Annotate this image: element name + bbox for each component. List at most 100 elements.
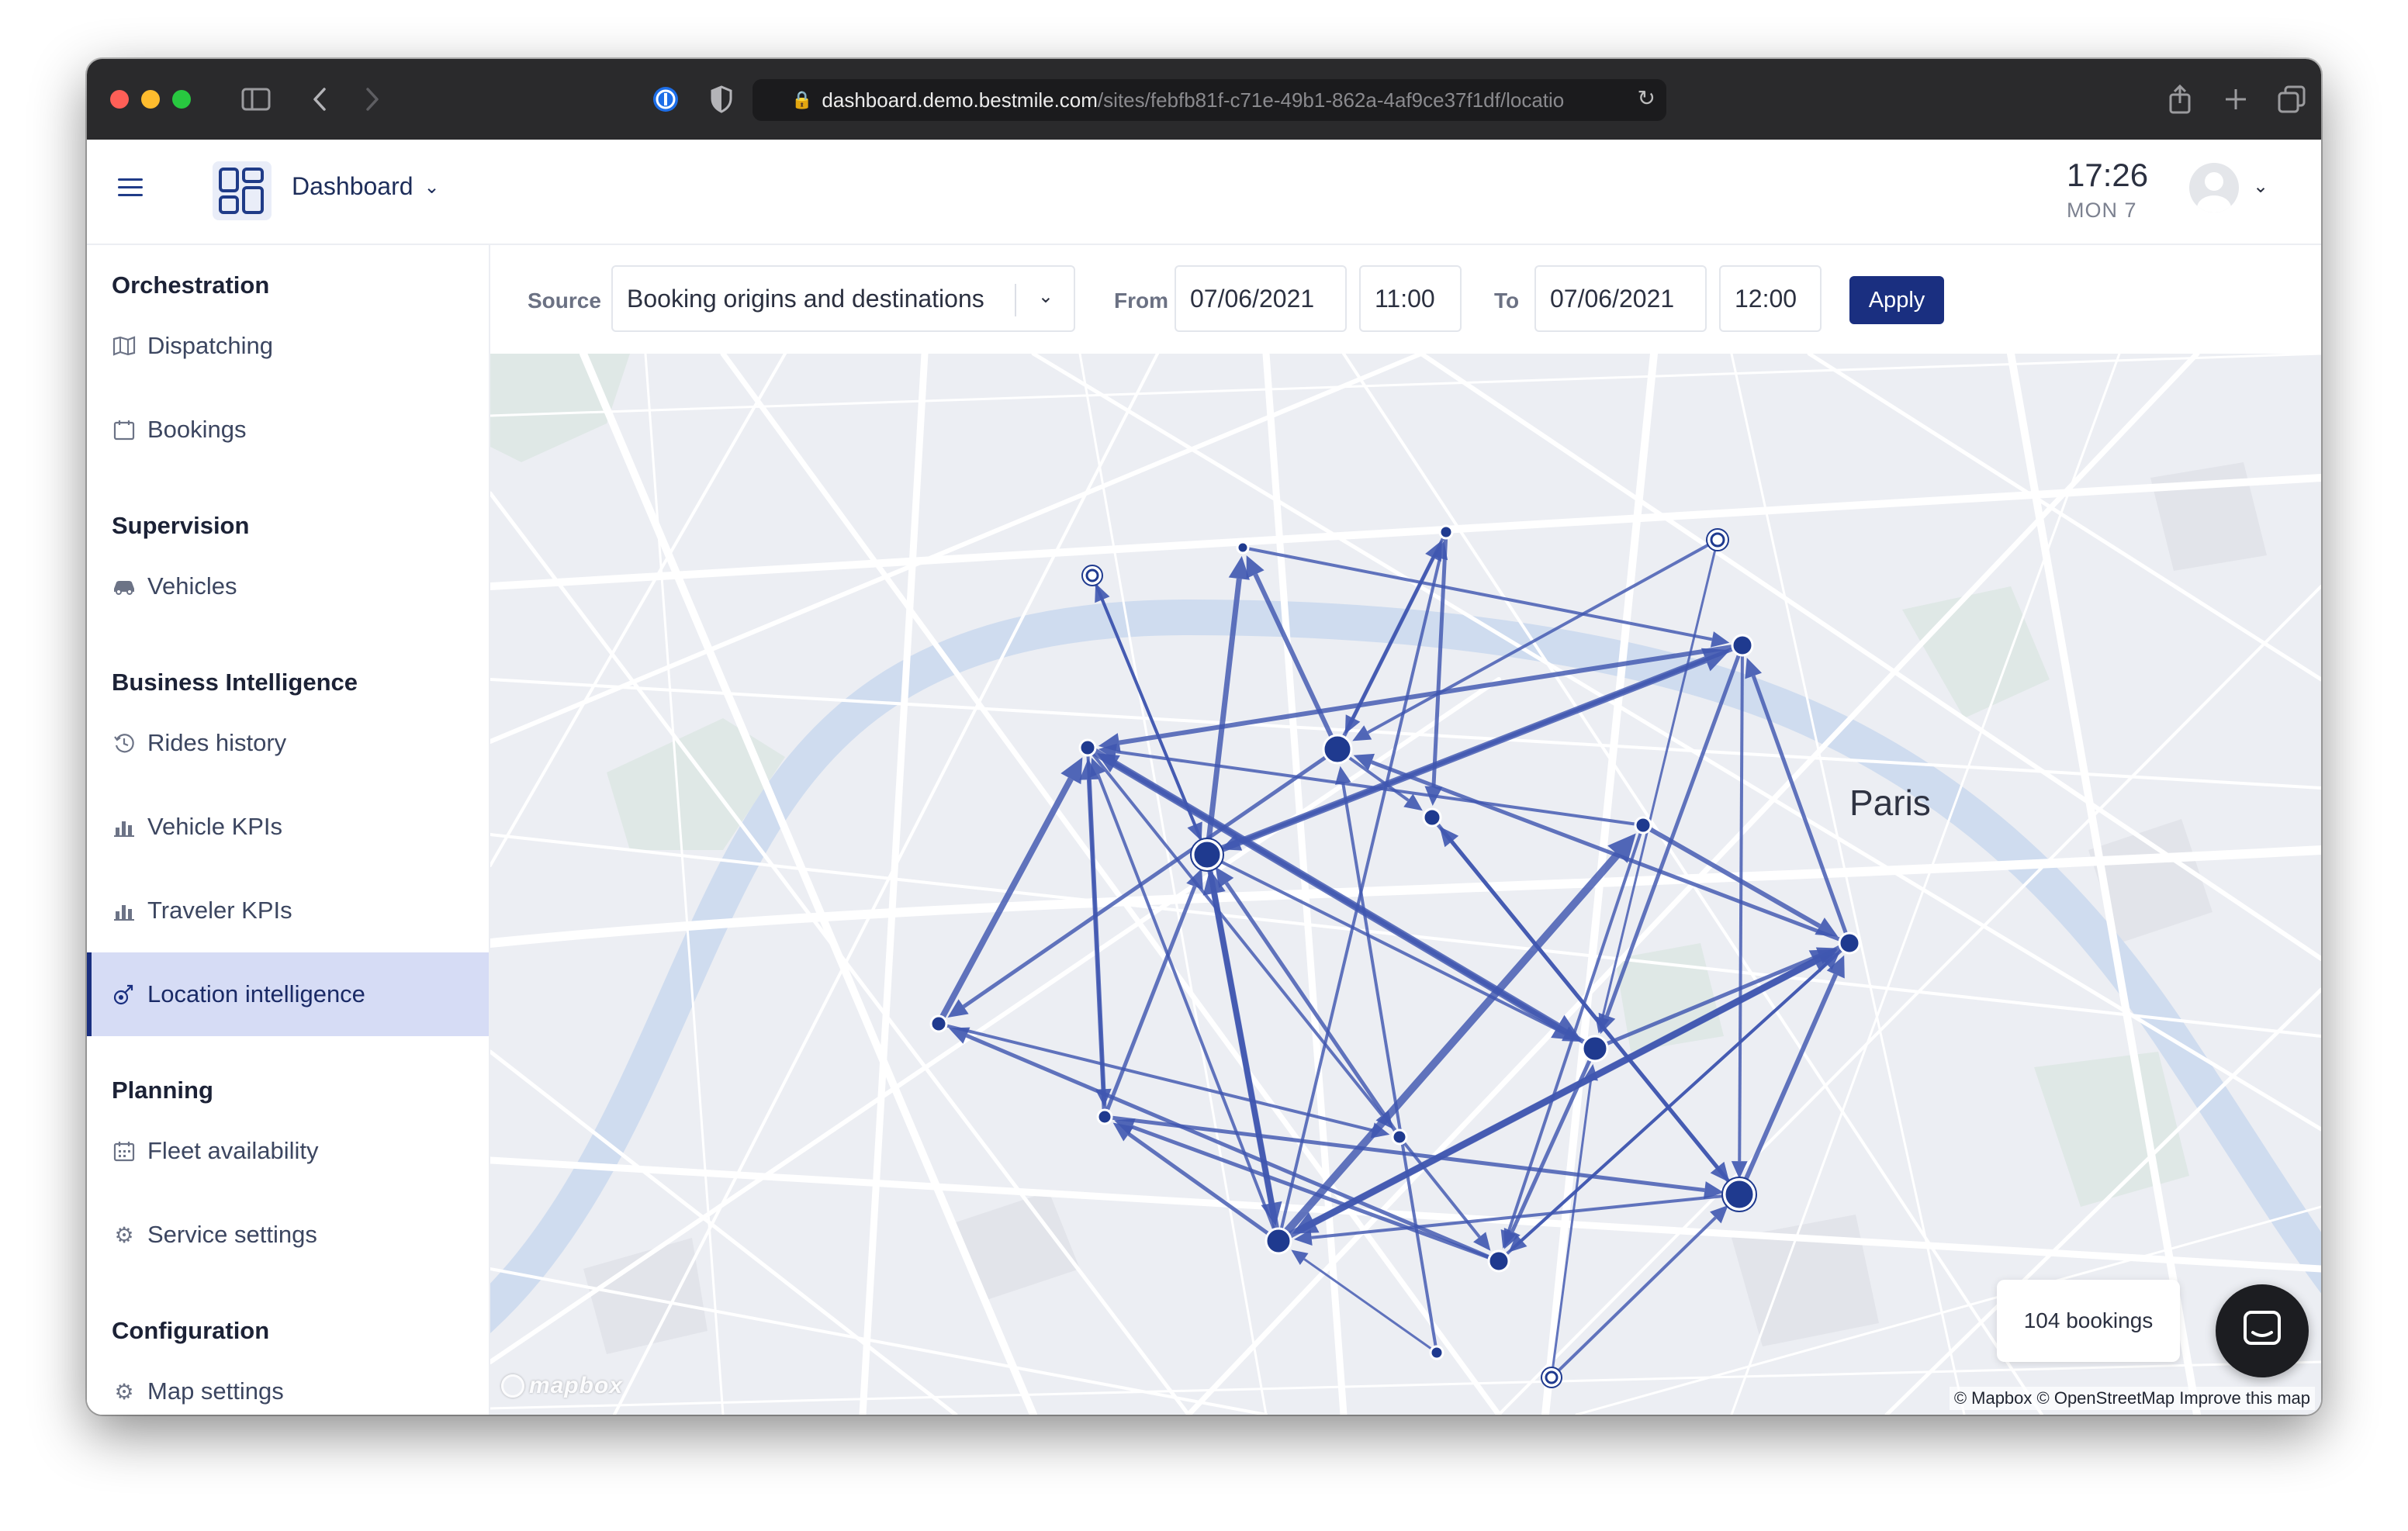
flow-line	[1738, 645, 1744, 1162]
browser-window: 🔒 dashboard.demo.bestmile.com/sites/febf…	[87, 59, 2321, 1415]
booking-node[interactable]	[1634, 816, 1652, 835]
sidebar-item-rides-history[interactable]: Rides history	[87, 701, 489, 785]
dashboard-logo-icon	[213, 161, 272, 220]
booking-node[interactable]	[1545, 1370, 1559, 1384]
browser-toolbar: 🔒 dashboard.demo.bestmile.com/sites/febf…	[87, 59, 2321, 140]
url-path: /sites/febfb81f-c71e-49b1-862a-4af9ce37f…	[1097, 88, 1565, 112]
new-tab-icon[interactable]	[2217, 81, 2254, 118]
clock: 17:26 MON 7	[2067, 157, 2148, 223]
share-icon[interactable]	[2161, 81, 2199, 118]
calendar-icon	[110, 419, 138, 441]
forward-icon[interactable]	[354, 81, 391, 118]
gear-icon: ⚙	[114, 1222, 134, 1248]
avatar[interactable]	[2189, 163, 2239, 213]
from-date-input[interactable]: 07/06/2021	[1175, 265, 1347, 332]
minimize-window-button[interactable]	[141, 90, 160, 109]
sidebar-item-traveler-kpis[interactable]: Traveler KPIs	[87, 869, 489, 952]
sidebar-item-vehicle-kpis[interactable]: Vehicle KPIs	[87, 785, 489, 869]
booking-node[interactable]	[1422, 807, 1442, 828]
flow-line	[1127, 1132, 1280, 1243]
clock-date: MON 7	[2067, 199, 2137, 222]
sidebar-item-vehicles[interactable]: Vehicles	[87, 544, 489, 628]
sidebar-item-label: Bookings	[147, 416, 247, 443]
chat-launcher-button[interactable]	[2216, 1284, 2309, 1377]
sidebar-item-label: Fleet availability	[147, 1137, 319, 1164]
booking-node[interactable]	[929, 1014, 948, 1033]
booking-node[interactable]	[1838, 931, 1861, 955]
to-time-input[interactable]: 12:00	[1719, 265, 1822, 332]
to-date-value: 07/06/2021	[1550, 284, 1675, 313]
section-planning: Planning	[112, 1077, 213, 1104]
booking-node[interactable]	[1322, 734, 1353, 765]
select-divider	[1015, 284, 1016, 316]
app-header: Dashboard ⌄ 17:26 MON 7 ⌄	[87, 140, 2321, 245]
address-bar[interactable]: 🔒 dashboard.demo.bestmile.com/sites/febf…	[752, 79, 1666, 121]
reload-icon[interactable]: ↻	[1638, 85, 1656, 111]
car-icon	[110, 578, 138, 595]
mapbox-logo[interactable]: mapbox	[501, 1373, 623, 1399]
source-select-value: Booking origins and destinations	[627, 284, 984, 313]
sidebar-toggle-icon[interactable]	[237, 81, 275, 118]
zoom-window-button[interactable]	[172, 90, 191, 109]
booking-node[interactable]	[1085, 569, 1099, 582]
booking-node[interactable]	[1710, 532, 1725, 548]
app-switcher[interactable]: Dashboard ⌄	[292, 172, 440, 201]
sidebar-item-dispatching[interactable]: Dispatching	[87, 304, 489, 388]
booking-node[interactable]	[1096, 1108, 1113, 1125]
booking-node[interactable]	[1194, 842, 1220, 868]
bar-chart-icon	[110, 900, 138, 921]
bookings-count-badge: 104 bookings	[1997, 1280, 2180, 1362]
map-attribution[interactable]: © Mapbox © OpenStreetMap Improve this ma…	[1949, 1387, 2315, 1410]
section-configuration: Configuration	[112, 1317, 270, 1344]
source-label: Source	[528, 289, 601, 313]
booking-node[interactable]	[1078, 738, 1097, 757]
city-label: Paris	[1849, 783, 1931, 823]
sidebar-item-fleet-availability[interactable]: Fleet availability	[87, 1109, 489, 1193]
from-time-input[interactable]: 11:00	[1359, 265, 1462, 332]
source-select[interactable]: Booking origins and destinations ⌄	[611, 265, 1075, 332]
to-date-input[interactable]: 07/06/2021	[1534, 265, 1707, 332]
flow-line	[1312, 940, 1851, 1225]
map-icon	[110, 336, 138, 356]
flow-arrowhead	[1403, 793, 1423, 811]
booking-node[interactable]	[1731, 634, 1754, 657]
url-host: dashboard.demo.bestmile.com	[822, 88, 1098, 112]
booking-flow-layer	[936, 531, 1852, 1379]
filter-bar: Source Booking origins and destinations …	[490, 245, 2321, 354]
password-manager-icon[interactable]	[647, 81, 684, 118]
tab-overview-icon[interactable]	[2273, 81, 2310, 118]
booking-node[interactable]	[1725, 1180, 1753, 1208]
gear-icon: ⚙	[114, 1378, 134, 1405]
to-time-value: 12:00	[1735, 284, 1797, 313]
sidebar-item-location-intelligence[interactable]: Location intelligence	[87, 952, 489, 1036]
sidebar-item-bookings[interactable]: Bookings	[87, 388, 489, 472]
booking-node[interactable]	[1265, 1227, 1292, 1255]
to-label: To	[1494, 289, 1520, 313]
flow-arrowhead	[1710, 631, 1730, 648]
chevron-down-icon: ⌄	[1037, 285, 1054, 307]
booking-node[interactable]	[1391, 1128, 1408, 1146]
booking-node[interactable]	[1581, 1035, 1609, 1063]
apply-button[interactable]: Apply	[1849, 276, 1944, 324]
booking-node[interactable]	[1438, 524, 1454, 540]
booking-node[interactable]	[1487, 1249, 1510, 1273]
map-canvas[interactable]	[490, 354, 2321, 1415]
flow-arrowhead	[1745, 657, 1763, 679]
calendar-grid-icon	[110, 1140, 138, 1162]
sidebar-item-label: Service settings	[147, 1221, 317, 1248]
close-window-button[interactable]	[110, 90, 129, 109]
booking-node[interactable]	[1236, 541, 1250, 555]
user-menu-chevron-icon[interactable]: ⌄	[2253, 175, 2268, 197]
booking-node[interactable]	[1429, 1345, 1444, 1360]
flow-line	[1737, 973, 1839, 1196]
menu-icon[interactable]	[118, 178, 143, 197]
section-orchestration: Orchestration	[112, 271, 270, 299]
sidebar-item-service-settings[interactable]: ⚙ Service settings	[87, 1193, 489, 1277]
map-view[interactable]: Paris 104 bookings mapbox © Mapbox © Ope…	[490, 354, 2321, 1415]
back-icon[interactable]	[301, 81, 338, 118]
privacy-shield-icon[interactable]	[703, 81, 740, 118]
chat-icon	[2244, 1311, 2281, 1345]
sidebar-item-map-settings[interactable]: ⚙ Map settings	[87, 1350, 489, 1415]
section-business-intelligence: Business Intelligence	[112, 669, 358, 696]
from-label: From	[1114, 289, 1168, 313]
